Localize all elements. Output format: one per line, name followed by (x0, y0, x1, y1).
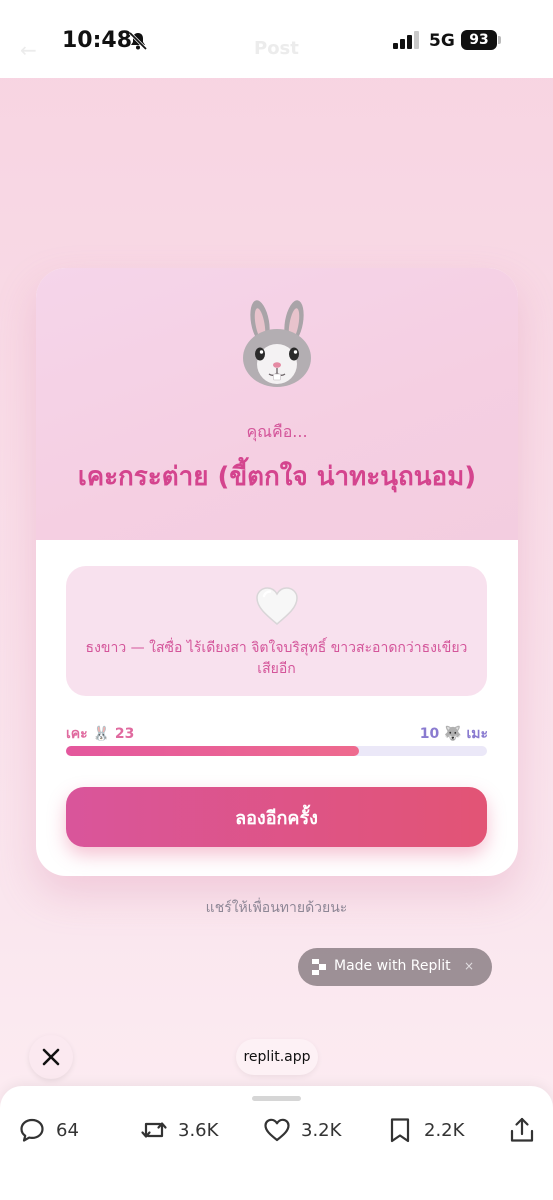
close-button[interactable] (29, 1035, 73, 1079)
battery-level: 93 (461, 30, 497, 50)
url-pill[interactable]: replit.app (236, 1039, 318, 1075)
bookmark-icon (390, 1118, 410, 1143)
score-meter (66, 746, 487, 756)
status-bar: ← Post 10:48 5G 93 (0, 0, 553, 78)
result-description-box: ธงขาว — ใสซื่อ ไร้เดียงสา จิตใจบริสุทธิ์… (66, 566, 487, 696)
like-count: 3.2K (301, 1120, 342, 1141)
retry-button[interactable]: ลองอีกครั้ง (66, 787, 487, 847)
score-right-label: 10 🐺 เมะ (419, 726, 488, 742)
rabbit-face-icon (243, 300, 311, 387)
bell-slash-icon (128, 31, 148, 51)
share-hint: แชร์ให้เพื่อนทายด้วยนะ (205, 900, 348, 916)
result-kicker: คุณคือ... (246, 422, 308, 441)
close-icon (42, 1048, 60, 1066)
result-header: คุณคือ... เคะกระต่าย (ขี้ตกใจ น่าทะนุถนอ… (36, 268, 518, 540)
result-title: เคะกระต่าย (ขี้ตกใจ น่าทะนุถนอม) (77, 462, 477, 492)
share-upload-icon (510, 1117, 534, 1142)
battery-cap (498, 36, 501, 44)
status-time: 10:48 (62, 28, 133, 53)
made-with-replit-badge[interactable]: Made with Replit × (298, 948, 492, 986)
repost-icon (141, 1122, 167, 1138)
result-description: ธงขาว — ใสซื่อ ไร้เดียงสา จิตใจบริสุทธิ์… (85, 640, 468, 677)
network-type: 5G (429, 31, 455, 51)
replit-logo-icon (312, 959, 326, 975)
reply-count: 64 (56, 1120, 79, 1141)
cellular-signal-icon (393, 31, 419, 49)
bookmark-count: 2.2K (424, 1120, 465, 1141)
result-card: คุณคือ... เคะกระต่าย (ขี้ตกใจ น่าทะนุถนอ… (36, 268, 518, 876)
post-action-bar: 64 3.6K 3.2K 2.2K (0, 1086, 553, 1200)
reply-bubble-icon (20, 1118, 44, 1142)
sheet-grabber[interactable] (252, 1096, 301, 1101)
repost-count: 3.6K (178, 1120, 219, 1141)
score-meter-fill (66, 746, 360, 756)
replit-badge-close-icon[interactable]: × (464, 959, 474, 973)
white-heart-icon (256, 587, 298, 625)
faded-page-title: Post (254, 38, 299, 59)
heart-outline-icon (264, 1118, 290, 1142)
back-arrow-icon: ← (20, 38, 37, 62)
score-left-label: เคะ 🐰 23 (66, 726, 135, 742)
replit-badge-label: Made with Replit (334, 958, 451, 974)
